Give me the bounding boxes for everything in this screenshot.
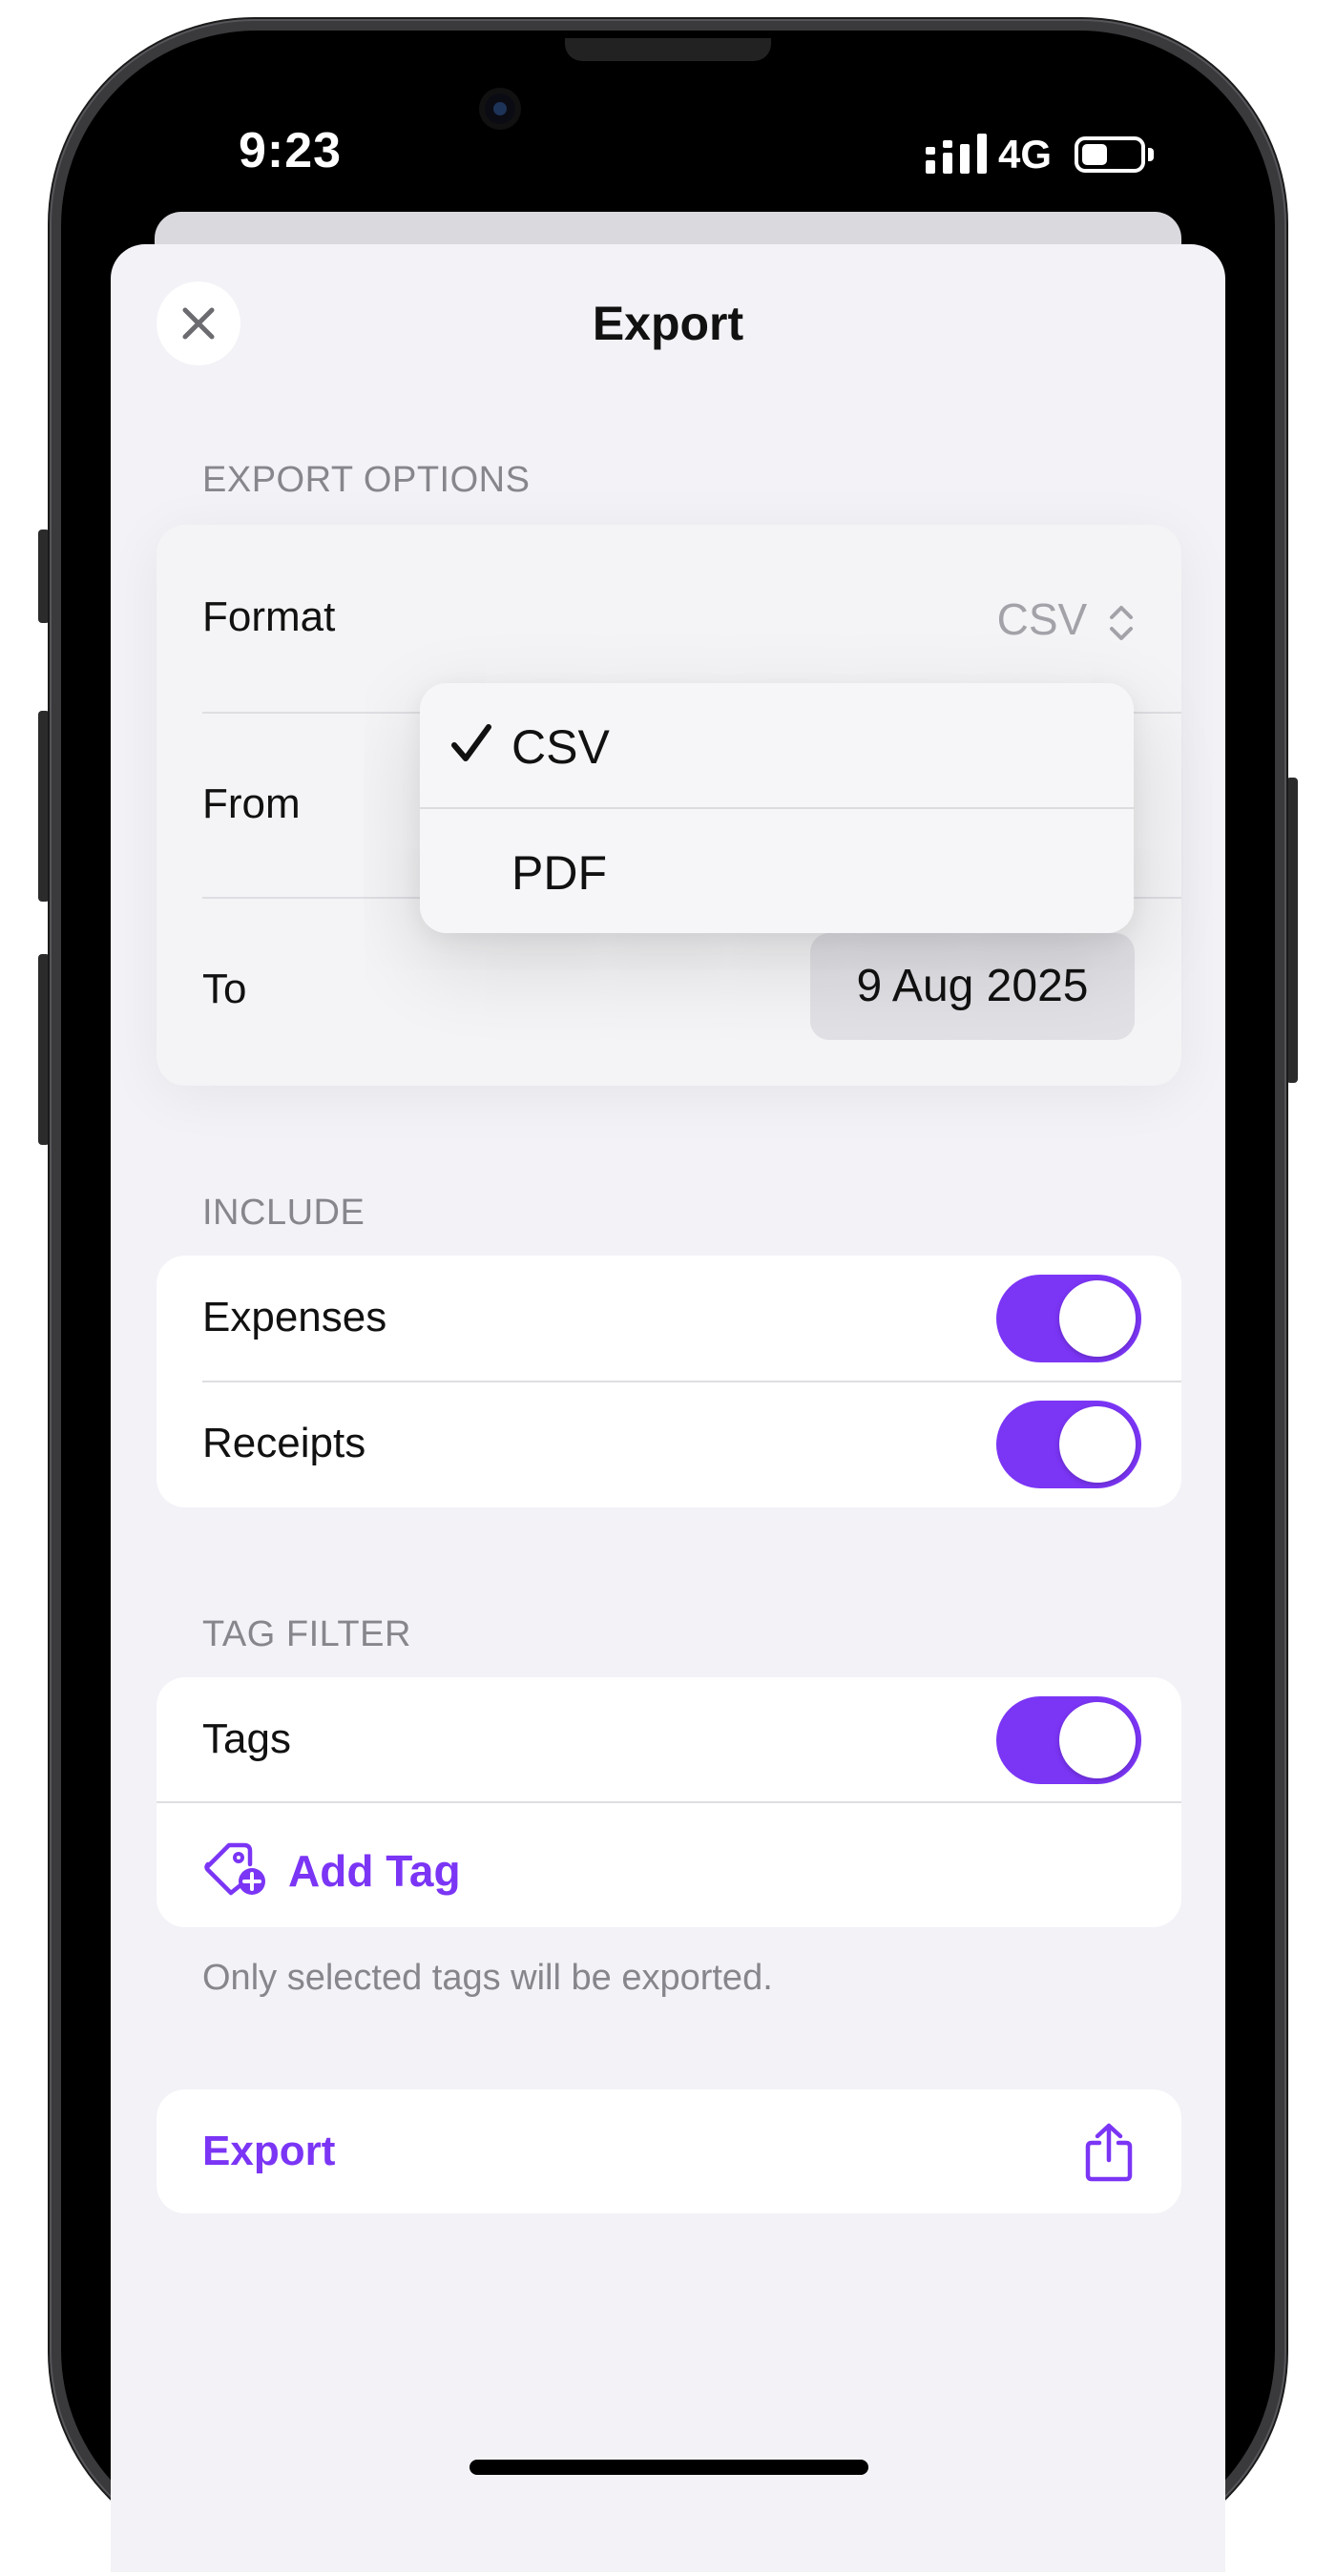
include-card: Expenses Receipts: [157, 1256, 1181, 1507]
to-date-button[interactable]: 9 Aug 2025: [810, 933, 1135, 1040]
volume-down-button: [38, 954, 50, 1145]
status-time: 9:23: [239, 123, 343, 178]
share-icon: [1085, 2123, 1133, 2182]
add-tag-button[interactable]: Add Tag: [202, 1830, 679, 1906]
receipts-label: Receipts: [202, 1420, 366, 1466]
section-label-include: INCLUDE: [202, 1193, 365, 1233]
checkmark-icon: [451, 724, 491, 761]
from-label: From: [202, 780, 301, 827]
expenses-toggle[interactable]: [996, 1275, 1141, 1362]
toggle-knob: [1059, 1702, 1136, 1778]
tag-filter-card: Tags Add Tag: [157, 1677, 1181, 1927]
action-button: [38, 530, 50, 623]
row-divider: [157, 1801, 1181, 1803]
power-button: [1286, 778, 1298, 1083]
expenses-label: Expenses: [202, 1294, 387, 1340]
network-type: 4G: [998, 132, 1053, 177]
battery-level-fill: [1082, 144, 1107, 165]
sheet-title: Export: [592, 297, 744, 350]
to-label: To: [202, 966, 247, 1012]
format-option-label: CSV: [511, 720, 610, 774]
tags-toggle[interactable]: [996, 1696, 1141, 1784]
chevron-up-down-icon: [1110, 605, 1133, 640]
export-button[interactable]: Export: [157, 2089, 1181, 2213]
tag-plus-icon: [204, 1842, 265, 1896]
section-label-tag-filter: TAG FILTER: [202, 1614, 411, 1654]
row-divider: [202, 1381, 1181, 1382]
tag-filter-footnote: Only selected tags will be exported.: [202, 1958, 773, 1998]
cellular-signal-icon: [926, 134, 987, 174]
toggle-knob: [1059, 1280, 1136, 1357]
receipts-toggle[interactable]: [996, 1401, 1141, 1488]
format-menu: CSV PDF: [420, 683, 1134, 933]
front-camera: [479, 88, 521, 130]
tags-label: Tags: [202, 1715, 291, 1762]
format-option-label: PDF: [511, 846, 607, 900]
battery-cap: [1148, 148, 1154, 161]
add-tag-label: Add Tag: [288, 1846, 461, 1896]
format-value: CSV: [996, 594, 1088, 644]
volume-up-button: [38, 711, 50, 902]
format-option-csv[interactable]: CSV: [420, 683, 1134, 807]
battery-icon: [1075, 136, 1145, 173]
export-action-label: Export: [202, 2128, 336, 2174]
format-picker[interactable]: CSV: [997, 593, 1136, 645]
home-indicator: [470, 2460, 868, 2475]
format-label: Format: [202, 593, 336, 640]
toggle-knob: [1059, 1406, 1136, 1483]
section-label-export-options: EXPORT OPTIONS: [202, 460, 531, 500]
format-option-pdf[interactable]: PDF: [420, 809, 1134, 933]
earpiece-speaker: [565, 38, 771, 61]
